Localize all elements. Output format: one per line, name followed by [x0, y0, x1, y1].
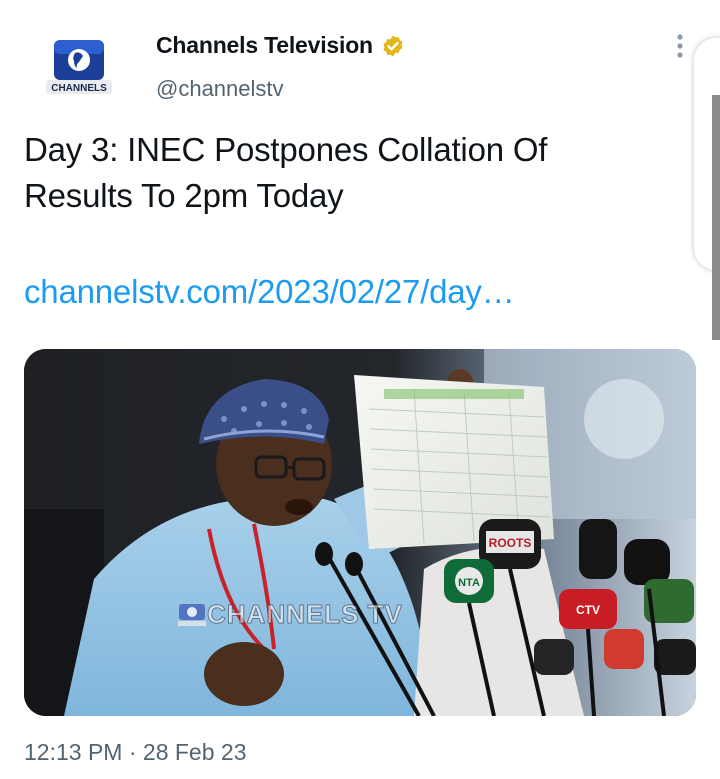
watermark: CHANNELS TV	[177, 599, 403, 630]
tweet-text: Day 3: INEC Postpones Collation Of Resul…	[24, 131, 548, 214]
tweet-link[interactable]: channelstv.com/2023/02/27/day…	[24, 269, 515, 315]
mic-label-ctv: CTV	[576, 603, 600, 617]
scrollbar[interactable]	[712, 95, 720, 340]
channels-watermark-icon	[178, 603, 206, 626]
display-name[interactable]: Channels Television	[156, 32, 373, 59]
verified-badge-icon	[381, 34, 405, 58]
mic-label-nta: NTA	[458, 577, 480, 589]
avatar-label: CHANNELS	[51, 83, 107, 94]
timestamp-separator: ·	[128, 739, 137, 765]
tweet-timestamp[interactable]: 12:13 PM · 28 Feb 23	[24, 739, 247, 766]
photo-illustration: ROOTS NTA CTV	[24, 349, 696, 716]
author-handle[interactable]: @channelstv	[156, 76, 284, 102]
tweet-time: 12:13 PM	[24, 739, 123, 765]
avatar[interactable]: CHANNELS	[44, 36, 114, 106]
tweet-media-image[interactable]: ROOTS NTA CTV CHANNELS TV	[24, 349, 696, 716]
watermark-text: CHANNELS TV	[207, 599, 403, 630]
author-name-row[interactable]: Channels Television	[156, 32, 405, 59]
mic-label-roots: ROOTS	[489, 536, 532, 550]
channels-logo-icon: CHANNELS	[46, 40, 112, 94]
more-vertical-icon[interactable]	[668, 32, 692, 60]
tweet-date: 28 Feb 23	[142, 739, 247, 765]
